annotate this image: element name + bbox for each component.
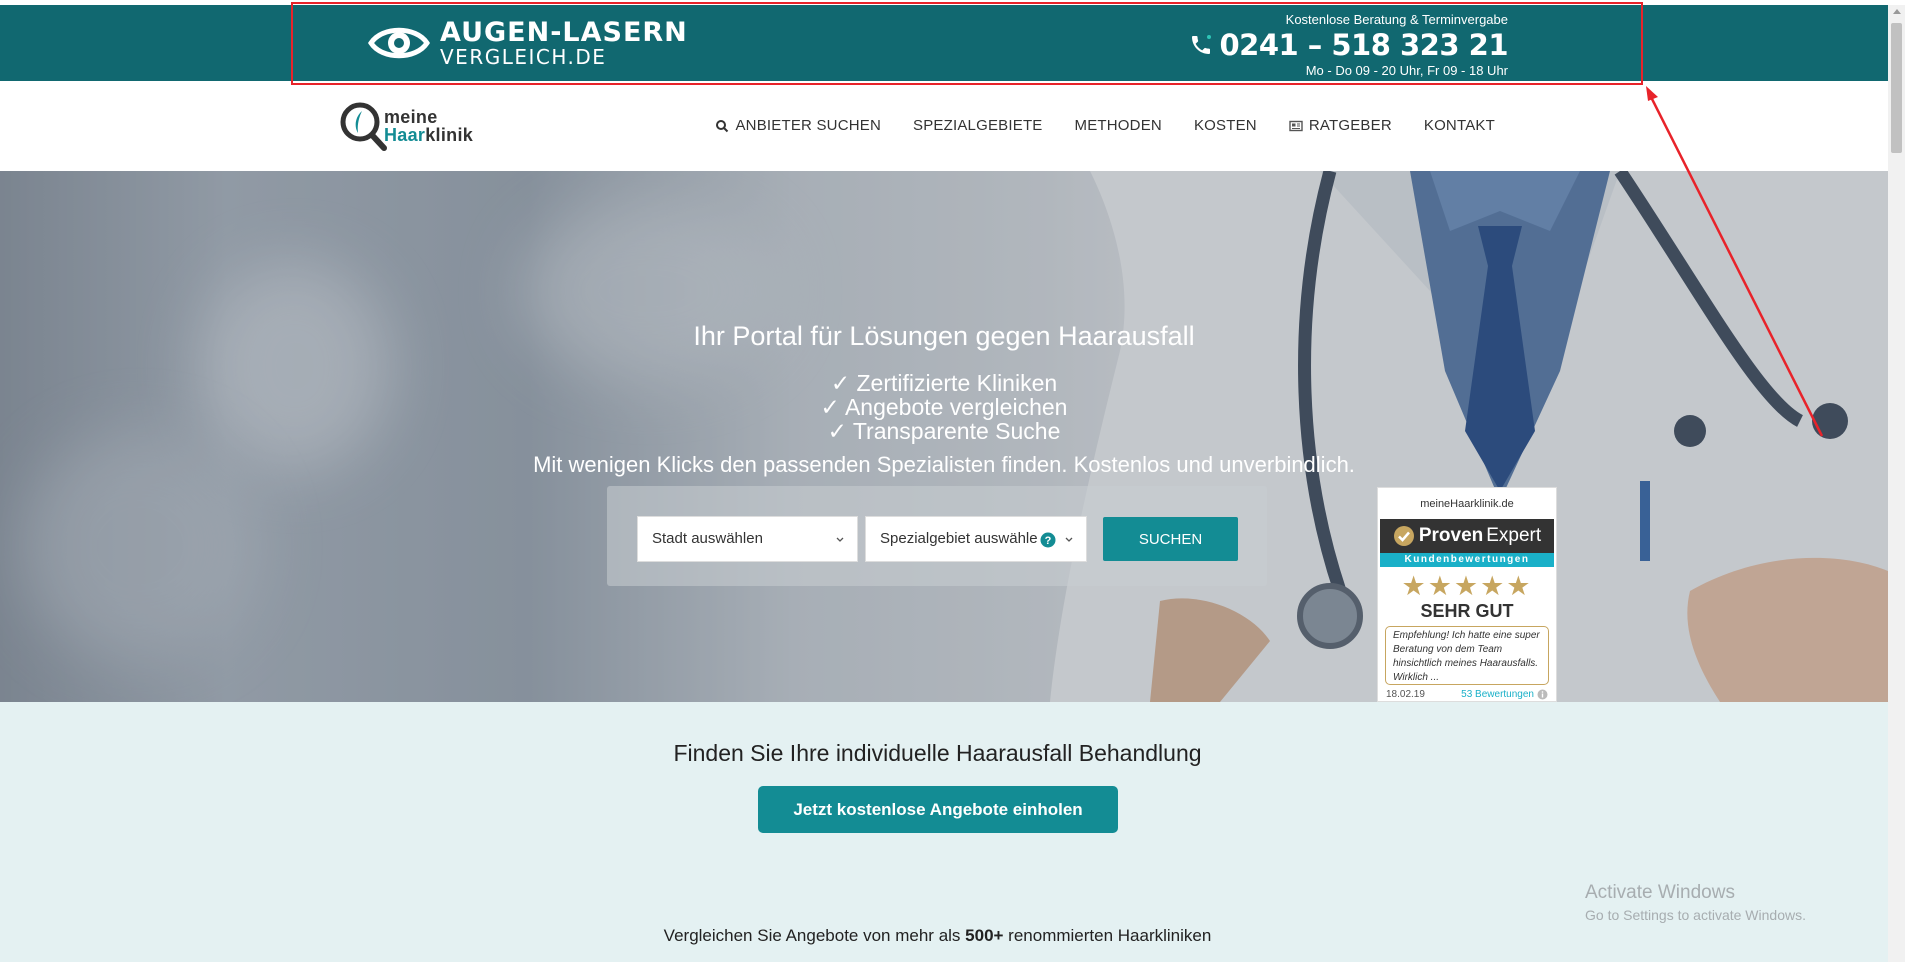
- nav-label: METHODEN: [1074, 117, 1162, 134]
- info-icon[interactable]: [1537, 689, 1548, 700]
- compare-text-end: renommierten Haarkliniken: [1003, 926, 1212, 945]
- search-form: Stadt auswählen Spezialgebiet auswähle ?…: [607, 486, 1267, 586]
- nav-spezialgebiete[interactable]: SPEZIALGEBIETE: [913, 117, 1043, 134]
- nav-label: SPEZIALGEBIETE: [913, 117, 1043, 134]
- pe-rating-text: SEHR GUT: [1420, 601, 1514, 621]
- nav-ratgeber[interactable]: RATGEBER: [1289, 117, 1392, 134]
- compare-text-start: Vergleichen Sie Angebote von mehr als: [663, 926, 966, 945]
- hero-section: Ihr Portal für Lösungen gegen Haarausfal…: [0, 171, 1888, 702]
- nav-kosten[interactable]: KOSTEN: [1194, 117, 1257, 134]
- provenexpert-widget[interactable]: meineHaarklinik.de Proven Expert Kundenb…: [1377, 487, 1557, 702]
- specialty-select[interactable]: Spezialgebiet auswähle ?: [865, 516, 1087, 562]
- pe-review-date: 18.02.19: [1386, 689, 1425, 700]
- watermark-title: Activate Windows: [1585, 882, 1735, 903]
- city-select[interactable]: Stadt auswählen: [637, 516, 858, 562]
- nav-kontakt[interactable]: KONTAKT: [1424, 117, 1495, 134]
- pe-subtitle: Kundenbewertungen: [1380, 553, 1554, 567]
- hero-check-item: ✓ Transparente Suche: [827, 418, 1061, 444]
- pe-brand-proven: Proven: [1418, 525, 1484, 546]
- pe-review-count-link[interactable]: 53 Bewertungen: [1461, 689, 1534, 700]
- hero-tagline: Mit wenigen Klicks den passenden Spezial…: [533, 452, 1355, 477]
- annotation-highlight-box: [291, 2, 1643, 85]
- scroll-up-arrow-icon[interactable]: [1893, 9, 1901, 14]
- hero-check-item: ✓ Angebote vergleichen: [820, 394, 1068, 420]
- pe-brand-bar: Proven Expert: [1380, 519, 1554, 553]
- page-scrollbar[interactable]: [1888, 5, 1905, 962]
- checkmark-badge-icon: [1393, 526, 1414, 546]
- star-rating: ★★★★★: [1401, 571, 1533, 601]
- city-select-value: Stadt auswählen: [652, 530, 763, 547]
- logo-word-klinik: klinik: [425, 125, 474, 145]
- chevron-down-icon: [1065, 537, 1073, 542]
- nav-label: KOSTEN: [1193, 117, 1257, 134]
- logo-word-haar: Haar: [384, 125, 426, 145]
- windows-activation-watermark: Activate Windows Go to Settings to activ…: [1585, 882, 1806, 923]
- meine-haarklinik-logo[interactable]: meine Haarklinik: [338, 100, 473, 152]
- watermark-subtitle: Go to Settings to activate Windows.: [1585, 907, 1806, 923]
- hero-check-item: ✓ Zertifizierte Kliniken: [830, 370, 1058, 396]
- nav-label: KONTAKT: [1423, 117, 1495, 134]
- treatment-section: Finden Sie Ihre individuelle Haarausfall…: [0, 702, 1888, 962]
- main-nav: ANBIETER SUCHEN SPEZIALGEBIETE METHODEN …: [683, 117, 1495, 134]
- nav-methoden[interactable]: METHODEN: [1075, 117, 1162, 134]
- compare-count: 500+: [965, 926, 1004, 945]
- scrollbar-thumb[interactable]: [1891, 23, 1902, 153]
- search-button[interactable]: SUCHEN: [1103, 517, 1238, 561]
- search-icon: [716, 119, 729, 132]
- hero-title: Ihr Portal für Lösungen gegen Haarausfal…: [693, 321, 1195, 351]
- newspaper-icon: [1289, 120, 1303, 131]
- svg-text:?: ?: [1045, 535, 1052, 547]
- site-header: meine Haarklinik ANBIETER SUCHEN SPEZIAL…: [0, 81, 1888, 171]
- nav-label: RATGEBER: [1308, 117, 1392, 134]
- magnifier-logo-icon: [340, 102, 387, 151]
- chevron-down-icon: [836, 537, 844, 542]
- section-title: Finden Sie Ihre individuelle Haarausfall…: [673, 740, 1202, 766]
- help-icon[interactable]: ?: [1040, 532, 1056, 548]
- pe-brand-expert: Expert: [1486, 525, 1542, 546]
- pe-review-quote: Empfehlung! Ich hatte eine super Beratun…: [1385, 626, 1549, 685]
- nav-anbieter-suchen[interactable]: ANBIETER SUCHEN: [715, 117, 881, 134]
- logo-word-meine: meine: [384, 107, 438, 127]
- compare-text: Vergleichen Sie Angebote von mehr als 50…: [0, 926, 1875, 946]
- specialty-select-value: Spezialgebiet auswähle: [880, 530, 1038, 547]
- nav-label: ANBIETER SUCHEN: [735, 117, 881, 134]
- pe-site-name: meineHaarklinik.de: [1420, 498, 1514, 510]
- get-offers-button[interactable]: Jetzt kostenlose Angebote einholen: [758, 786, 1118, 833]
